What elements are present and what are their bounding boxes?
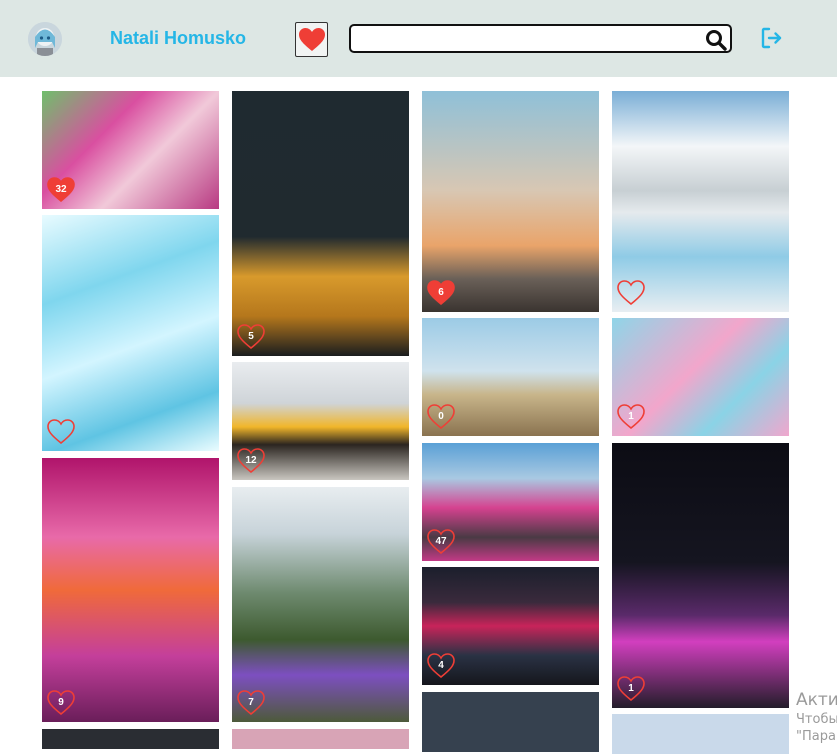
search-icon[interactable] — [705, 29, 727, 51]
photo-dark-restaurant[interactable]: 5 — [232, 91, 409, 356]
username[interactable]: Natali Homusko — [110, 28, 246, 49]
photo-blue-leaves[interactable] — [42, 215, 219, 451]
heart-icon — [617, 280, 645, 306]
watermark-line-3: "Пара — [796, 729, 836, 744]
like-button[interactable] — [617, 280, 645, 306]
like-count: 5 — [248, 331, 254, 342]
photo-image — [232, 91, 409, 356]
photo-girl-rooftop[interactable]: 6 — [422, 91, 599, 312]
like-button[interactable]: 12 — [237, 448, 265, 474]
like-count: 4 — [438, 660, 444, 671]
photo-neon-street[interactable]: 4 — [422, 567, 599, 685]
photo-partial-dark[interactable] — [42, 729, 219, 749]
like-count: 32 — [55, 184, 67, 195]
watermark-line-1: Акти — [796, 690, 837, 710]
like-button[interactable]: 1 — [617, 676, 645, 702]
photo-tokyo-tower[interactable]: 1 — [612, 443, 789, 708]
favorites-button[interactable] — [295, 22, 328, 57]
like-button[interactable]: 0 — [427, 404, 455, 430]
photo-image — [232, 487, 409, 722]
avatar-image — [28, 22, 62, 56]
photo-girl-field[interactable]: 0 — [422, 318, 599, 436]
like-count: 12 — [245, 455, 257, 466]
like-count: 0 — [438, 411, 444, 422]
like-count: 9 — [58, 697, 64, 708]
search-bar — [349, 24, 732, 53]
logout-icon — [761, 27, 782, 49]
photo-pink-forest[interactable]: 9 — [42, 458, 219, 722]
photo-image — [612, 91, 789, 312]
photo-image — [612, 714, 789, 754]
like-button[interactable]: 47 — [427, 529, 455, 555]
activation-watermark: Акти Чтобы "Пара — [796, 690, 837, 744]
like-button[interactable] — [47, 419, 75, 445]
photo-image — [232, 729, 409, 749]
photo-image — [42, 729, 219, 749]
like-count: 1 — [628, 683, 634, 694]
like-count: 7 — [248, 697, 254, 708]
header-bar: Natali Homusko — [0, 0, 837, 77]
search-input[interactable] — [359, 28, 703, 51]
like-count: 1 — [628, 411, 634, 422]
photo-partial-sky[interactable] — [612, 714, 789, 754]
avatar[interactable] — [28, 22, 62, 56]
like-count: 6 — [438, 287, 444, 298]
photo-image — [42, 458, 219, 722]
photo-mountain-flowers[interactable]: 7 — [232, 487, 409, 722]
like-button[interactable]: 4 — [427, 653, 455, 679]
like-button[interactable]: 5 — [237, 324, 265, 350]
like-button[interactable]: 1 — [617, 404, 645, 430]
photo-image — [42, 215, 219, 451]
like-button[interactable]: 9 — [47, 690, 75, 716]
photo-two-athletes[interactable]: 12 — [232, 362, 409, 480]
photo-image — [422, 692, 599, 752]
photo-runners-pink[interactable]: 32 — [42, 91, 219, 209]
photo-image — [612, 443, 789, 708]
watermark-line-2: Чтобы — [796, 712, 837, 727]
heart-icon — [298, 27, 325, 51]
photo-pink-crowd[interactable]: 47 — [422, 443, 599, 561]
like-button[interactable]: 32 — [47, 177, 75, 203]
photo-ribbon-art[interactable]: 1 — [612, 318, 789, 436]
like-button[interactable]: 7 — [237, 690, 265, 716]
like-button[interactable]: 6 — [427, 280, 455, 306]
logout-button[interactable] — [760, 26, 784, 54]
photo-partial-pink[interactable] — [232, 729, 409, 749]
heart-icon — [47, 419, 75, 445]
photo-partial-stars[interactable] — [422, 692, 599, 752]
like-count: 47 — [435, 536, 447, 547]
photo-image — [422, 91, 599, 312]
photo-salt-pools[interactable] — [612, 91, 789, 312]
